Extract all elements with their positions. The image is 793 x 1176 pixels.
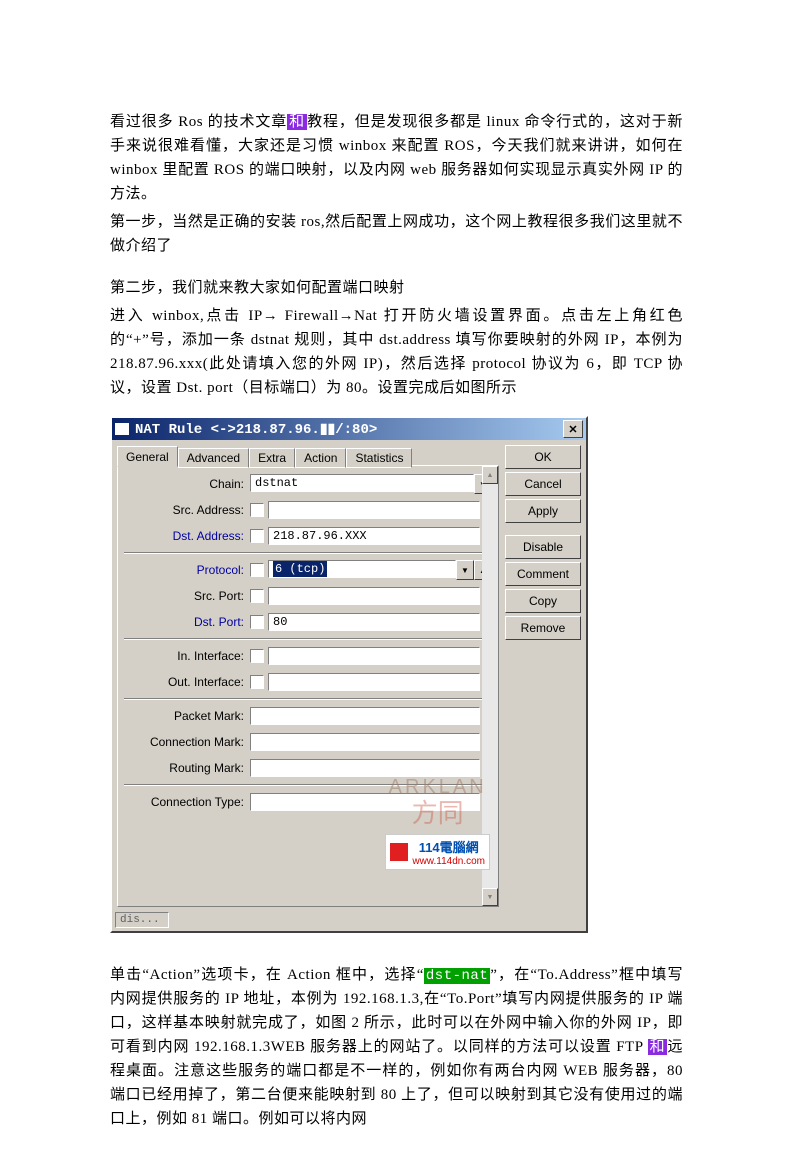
dst-port-label: Dst. Port: <box>124 615 250 629</box>
in-interface-invert-checkbox[interactable] <box>250 649 264 663</box>
tab-general[interactable]: General <box>117 446 178 467</box>
routing-mark-input[interactable] <box>250 759 480 777</box>
paragraph-4: 进入 winbox,点击 IP→ Firewall→Nat 打开防火墙设置界面。… <box>110 304 683 400</box>
out-interface-input[interactable] <box>268 673 480 691</box>
tab-statistics[interactable]: Statistics <box>346 448 412 468</box>
window-icon <box>115 423 129 435</box>
connection-type-input[interactable] <box>250 793 480 811</box>
src-port-input[interactable] <box>268 587 480 605</box>
packet-mark-input[interactable] <box>250 707 480 725</box>
src-address-label: Src. Address: <box>124 503 250 517</box>
protocol-input[interactable]: 6 (tcp) <box>268 560 456 578</box>
chain-label: Chain: <box>124 477 250 491</box>
tab-action[interactable]: Action <box>295 448 346 468</box>
paragraph-3: 第二步，我们就来教大家如何配置端口映射 <box>110 276 683 300</box>
ok-button[interactable]: OK <box>505 445 581 469</box>
src-address-input[interactable] <box>268 501 480 519</box>
tab-bar: General Advanced Extra Action Statistics <box>117 445 499 466</box>
out-interface-invert-checkbox[interactable] <box>250 675 264 689</box>
tab-panel-general: ▲ ▼ Chain: dstnat ▼ Src. Address: <box>117 465 499 907</box>
comment-button[interactable]: Comment <box>505 562 581 586</box>
packet-mark-label: Packet Mark: <box>124 709 250 723</box>
highlight-purple: 和 <box>287 114 307 130</box>
tab-advanced[interactable]: Advanced <box>178 448 249 468</box>
connection-mark-input[interactable] <box>250 733 480 751</box>
disable-button[interactable]: Disable <box>505 535 581 559</box>
dialog-button-column: OK Cancel Apply Disable Comment Copy Rem… <box>505 445 581 907</box>
src-address-invert-checkbox[interactable] <box>250 503 264 517</box>
apply-button[interactable]: Apply <box>505 499 581 523</box>
dst-port-invert-checkbox[interactable] <box>250 615 264 629</box>
paragraph-2: 第一步，当然是正确的安装 ros,然后配置上网成功，这个网上教程很多我们这里就不… <box>110 210 683 258</box>
chain-input[interactable]: dstnat <box>250 474 474 492</box>
tab-extra[interactable]: Extra <box>249 448 295 468</box>
copy-button[interactable]: Copy <box>505 589 581 613</box>
highlight-green: dst-nat <box>424 968 490 984</box>
protocol-label: Protocol: <box>124 563 250 577</box>
protocol-invert-checkbox[interactable] <box>250 563 264 577</box>
watermark-logo-icon <box>390 843 408 861</box>
src-port-invert-checkbox[interactable] <box>250 589 264 603</box>
dst-address-label: Dst. Address: <box>124 529 250 543</box>
close-button[interactable]: ✕ <box>563 420 583 438</box>
dst-address-input[interactable]: 218.87.96.XXX <box>268 527 480 545</box>
connection-type-label: Connection Type: <box>124 795 250 809</box>
status-bar: dis... <box>115 912 583 928</box>
dialog-title-text: NAT Rule <->218.87.96.▮▮/:80> <box>135 421 377 438</box>
src-port-label: Src. Port: <box>124 589 250 603</box>
connection-mark-label: Connection Mark: <box>124 735 250 749</box>
scroll-down-icon[interactable]: ▼ <box>482 888 498 906</box>
cancel-button[interactable]: Cancel <box>505 472 581 496</box>
watermark: ARKLAN 方同 114電腦網 www.114dn.com <box>385 776 490 870</box>
dialog-titlebar[interactable]: NAT Rule <->218.87.96.▮▮/:80> ✕ <box>112 418 586 440</box>
remove-button[interactable]: Remove <box>505 616 581 640</box>
scroll-up-icon[interactable]: ▲ <box>482 466 498 484</box>
in-interface-label: In. Interface: <box>124 649 250 663</box>
dst-address-invert-checkbox[interactable] <box>250 529 264 543</box>
protocol-dropdown-icon[interactable]: ▼ <box>456 560 474 580</box>
routing-mark-label: Routing Mark: <box>124 761 250 775</box>
out-interface-label: Out. Interface: <box>124 675 250 689</box>
paragraph-5: 单击“Action”选项卡，在 Action 框中，选择“dst-nat”，在“… <box>110 963 683 1131</box>
panel-scrollbar[interactable]: ▲ ▼ <box>482 466 498 906</box>
status-text: dis... <box>115 912 169 928</box>
nat-rule-dialog: NAT Rule <->218.87.96.▮▮/:80> ✕ General … <box>110 416 588 933</box>
highlight-purple-2: 和 <box>648 1039 668 1055</box>
paragraph-1: 看过很多 Ros 的技术文章和教程，但是发现很多都是 linux 命令行式的，这… <box>110 110 683 206</box>
in-interface-input[interactable] <box>268 647 480 665</box>
dst-port-input[interactable]: 80 <box>268 613 480 631</box>
